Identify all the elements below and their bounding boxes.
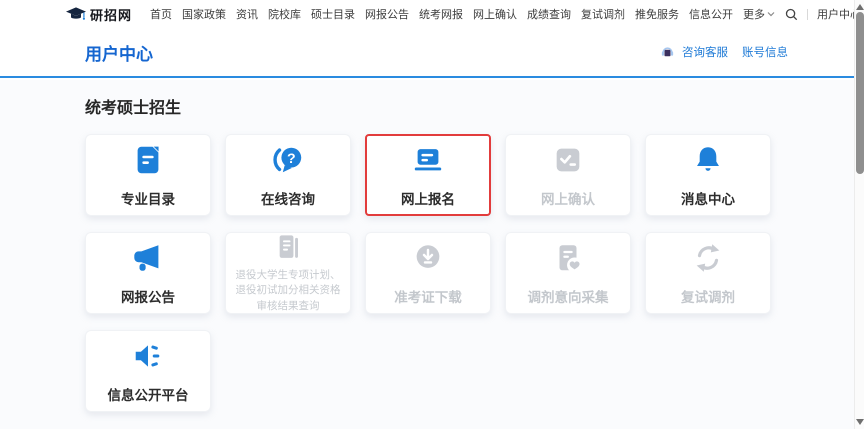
nav-item-announcement[interactable]: 网报公告	[365, 6, 409, 22]
card-label: 专业目录	[121, 188, 175, 208]
card-reexam-transfer: 复试调剂	[645, 232, 771, 314]
checklist-icon	[551, 143, 585, 177]
nav-item-exempt-service[interactable]: 推免服务	[635, 6, 679, 22]
bell-icon	[691, 143, 725, 177]
page: 研招网 首页 国家政策 资讯 院校库 硕士目录 网报公告 统考网报 网上确认 成…	[0, 0, 864, 429]
chat-question-icon: ?	[271, 143, 305, 177]
laptop-icon	[411, 143, 445, 177]
nav-separator	[807, 9, 808, 20]
top-navigation: 研招网 首页 国家政策 资讯 院校库 硕士目录 网报公告 统考网报 网上确认 成…	[0, 0, 864, 28]
card-online-confirmation: 网上确认	[505, 134, 631, 216]
card-label: 复试调剂	[681, 286, 735, 306]
svg-text:?: ?	[287, 150, 296, 166]
card-label: 在线咨询	[261, 188, 315, 208]
collect-heart-icon	[551, 241, 585, 275]
account-info-link[interactable]: 账号信息	[742, 44, 788, 60]
card-message-center[interactable]: 消息中心	[645, 134, 771, 216]
card-online-consult[interactable]: ? 在线咨询	[225, 134, 351, 216]
nav-item-online-confirmation[interactable]: 网上确认	[473, 6, 517, 22]
download-icon	[411, 241, 445, 275]
card-label: 退役大学生专项计划、退役初试加分相关资格审核结果查询	[226, 268, 350, 314]
user-center-header: 用户中心 咨询客服 账号信息	[0, 28, 864, 78]
search-icon[interactable]	[785, 8, 798, 21]
nav-item-unified-registration[interactable]: 统考网报	[419, 6, 463, 22]
card-major-catalog[interactable]: 专业目录	[85, 134, 211, 216]
vertical-scrollbar[interactable]	[854, 0, 864, 429]
nav-item-master-catalog[interactable]: 硕士目录	[311, 6, 355, 22]
scrollbar-thumb[interactable]	[856, 12, 864, 174]
catalog-icon	[131, 143, 165, 177]
main-content: 统考硕士招生 专业目录	[0, 80, 864, 429]
card-label: 网上报名	[401, 188, 455, 208]
scrollbar-up-arrow-icon[interactable]	[856, 2, 864, 10]
document-icon	[273, 232, 303, 262]
card-veteran-plan-query: 退役大学生专项计划、退役初试加分相关资格审核结果查询	[225, 232, 351, 314]
card-transfer-intention-collect: 调剂意向采集	[505, 232, 631, 314]
card-announcements[interactable]: 网报公告	[85, 232, 211, 314]
scrollbar-down-arrow-icon[interactable]	[856, 419, 864, 427]
card-online-registration[interactable]: 网上报名	[365, 134, 491, 216]
header-links: 咨询客服 账号信息	[661, 44, 788, 60]
section-title: 统考硕士招生	[85, 94, 864, 118]
consult-service-link[interactable]: 咨询客服	[682, 44, 728, 60]
site-logo[interactable]: 研招网	[66, 5, 132, 24]
page-title: 用户中心	[85, 40, 153, 65]
nav-item-score-query[interactable]: 成绩查询	[527, 6, 571, 22]
card-label: 消息中心	[681, 188, 735, 208]
card-label: 调剂意向采集	[528, 286, 609, 306]
card-grid: 专业目录 ? 在线咨询	[85, 134, 864, 412]
card-label: 信息公开平台	[108, 384, 189, 404]
refresh-icon	[691, 241, 725, 275]
nav-item-news[interactable]: 资讯	[236, 6, 258, 22]
card-info-disclosure-platform[interactable]: 信息公开平台	[85, 330, 211, 412]
nav-item-more[interactable]: 更多	[743, 6, 775, 22]
speaker-icon	[131, 339, 165, 373]
customer-service-icon	[661, 46, 674, 59]
nav-item-college-library[interactable]: 院校库	[268, 6, 301, 22]
site-logo-text: 研招网	[90, 5, 132, 24]
nav-item-more-label: 更多	[743, 6, 765, 22]
nav-item-info-disclosure[interactable]: 信息公开	[689, 6, 733, 22]
graduation-cap-icon	[66, 7, 86, 22]
announcement-icon	[131, 241, 165, 275]
card-admission-ticket-download: 准考证下载	[365, 232, 491, 314]
card-label: 网报公告	[121, 286, 175, 306]
nav-right-group: 用户中心 注册	[785, 6, 864, 22]
card-label: 准考证下载	[394, 286, 462, 306]
nav-item-home[interactable]: 首页	[150, 6, 172, 22]
nav-item-reexam-transfer[interactable]: 复试调剂	[581, 6, 625, 22]
nav-item-national-policy[interactable]: 国家政策	[182, 6, 226, 22]
card-label: 网上确认	[541, 188, 595, 208]
chevron-down-icon	[767, 11, 775, 17]
